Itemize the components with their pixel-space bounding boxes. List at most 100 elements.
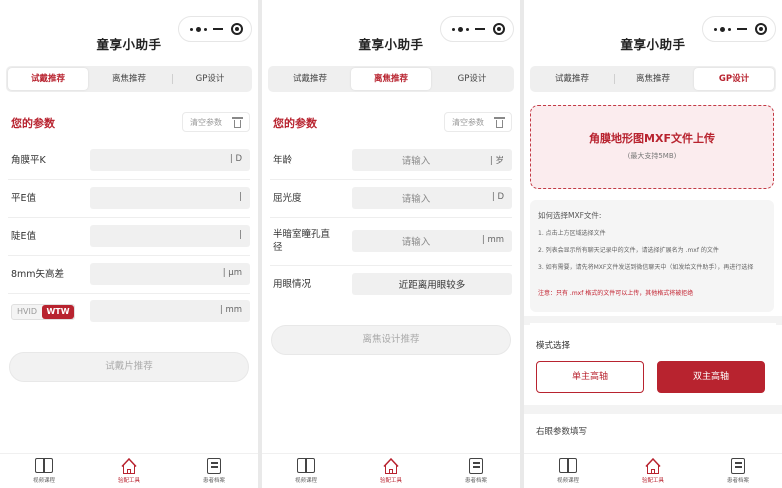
screenshot-root: 童享小助手 试戴推荐 离焦推荐 GP设计 您的参数 清空参数 角膜平K | D xyxy=(0,0,782,488)
tab-gp-design[interactable]: GP设计 xyxy=(694,68,774,90)
more-icon[interactable] xyxy=(450,23,472,35)
param-label: 半暗室瞳孔直径 xyxy=(273,229,331,253)
param-label: 陡E值 xyxy=(11,231,37,242)
param-label: 平E值 xyxy=(11,193,37,204)
hvid-wtw-toggle[interactable]: HVID WTW xyxy=(11,304,75,320)
close-target-icon[interactable] xyxy=(493,23,505,35)
home-icon xyxy=(119,457,139,474)
minimize-icon[interactable] xyxy=(475,28,485,30)
param-input[interactable]: | xyxy=(90,225,250,247)
unit-label: | mm xyxy=(219,305,242,315)
document-icon xyxy=(466,457,486,474)
document-icon xyxy=(728,457,748,474)
nav-fitting-tools[interactable]: 验配工具 xyxy=(99,457,159,484)
param-label: 角膜平K xyxy=(11,155,46,166)
mode-single-axis-button[interactable]: 单主高轴 xyxy=(536,361,644,393)
toggle-wtw[interactable]: WTW xyxy=(42,305,74,319)
bottom-nav: 视频课程 验配工具 患者档案 xyxy=(262,453,520,488)
param-row: 8mm矢高差 | μm xyxy=(0,256,258,294)
clear-params-button[interactable]: 清空参数 xyxy=(182,112,250,132)
phone-screen-trial-lens: 童享小助手 试戴推荐 离焦推荐 GP设计 您的参数 清空参数 角膜平K | D xyxy=(0,0,258,488)
param-label: 用眼情况 xyxy=(273,279,312,290)
nav-label: 验配工具 xyxy=(379,478,402,484)
nav-patient-records[interactable]: 患者档案 xyxy=(708,457,768,484)
nav-video-course[interactable]: 视频课程 xyxy=(276,457,336,484)
defocus-recommend-button[interactable]: 离焦设计推荐 xyxy=(271,325,511,355)
upload-size-hint: (最大支持5MB) xyxy=(627,152,677,160)
more-icon[interactable] xyxy=(188,23,210,35)
trial-lens-recommend-button[interactable]: 试戴片推荐 xyxy=(9,352,249,382)
param-input[interactable]: | D xyxy=(90,149,250,171)
refraction-input[interactable]: 请输入 | D xyxy=(352,187,512,209)
mxf-instructions: 如何选择MXF文件: 1. 点击上方区域选择文件 2. 列表会显示所有聊天记录中… xyxy=(530,200,774,312)
close-target-icon[interactable] xyxy=(755,23,767,35)
tab-defocus[interactable]: 离焦推荐 xyxy=(613,68,693,90)
tab-gp-design[interactable]: GP设计 xyxy=(170,68,250,90)
param-input[interactable]: | μm xyxy=(90,263,250,285)
capsule-menu xyxy=(702,16,776,42)
unit-label: | xyxy=(239,192,242,202)
nav-patient-records[interactable]: 患者档案 xyxy=(446,457,506,484)
tab-bar: 试戴推荐 离焦推荐 GP设计 xyxy=(268,66,514,92)
eye-use-select[interactable]: 近距离用眼较多 xyxy=(352,273,512,295)
upload-title: 角膜地形图MXF文件上传 xyxy=(589,132,715,145)
toggle-hvid[interactable]: HVID xyxy=(12,305,42,319)
tab-gp-design[interactable]: GP设计 xyxy=(432,68,512,90)
mode-dual-axis-button[interactable]: 双主高轴 xyxy=(657,361,765,393)
section-gap xyxy=(524,405,782,414)
tab-trial-lens[interactable]: 试戴推荐 xyxy=(532,68,612,90)
nav-video-course[interactable]: 视频课程 xyxy=(538,457,598,484)
param-input[interactable]: | mm xyxy=(90,300,250,322)
param-row: 平E值 | xyxy=(0,180,258,218)
close-target-icon[interactable] xyxy=(231,23,243,35)
tab-defocus[interactable]: 离焦推荐 xyxy=(89,68,169,90)
more-icon[interactable] xyxy=(712,23,734,35)
param-input[interactable]: | xyxy=(90,187,250,209)
top-bar: 童享小助手 xyxy=(0,0,258,60)
nav-label: 视频课程 xyxy=(294,478,317,484)
phone-screen-defocus: 童享小助手 试戴推荐 离焦推荐 GP设计 您的参数 清空参数 年龄 请输入 | … xyxy=(262,0,520,488)
nav-video-course[interactable]: 视频课程 xyxy=(14,457,74,484)
tab-bar: 试戴推荐 离焦推荐 GP设计 xyxy=(6,66,252,92)
top-bar: 童享小助手 xyxy=(262,0,520,60)
trash-icon xyxy=(494,117,505,128)
pupil-diameter-input[interactable]: 请输入 | mm xyxy=(352,230,512,252)
tab-defocus[interactable]: 离焦推荐 xyxy=(351,68,431,90)
instructions-title: 如何选择MXF文件: xyxy=(538,211,602,220)
nav-patient-records[interactable]: 患者档案 xyxy=(184,457,244,484)
tab-trial-lens[interactable]: 试戴推荐 xyxy=(8,68,88,90)
mode-title: 模式选择 xyxy=(536,341,571,351)
instruction-step: 1. 点击上方区域选择文件 xyxy=(538,230,606,237)
age-input[interactable]: 请输入 | 岁 xyxy=(352,149,512,171)
book-icon xyxy=(296,457,316,474)
top-bar: 童享小助手 xyxy=(524,0,782,60)
clear-params-button[interactable]: 清空参数 xyxy=(444,112,512,132)
placeholder: 请输入 xyxy=(401,237,431,248)
param-row: 角膜平K | D xyxy=(0,142,258,180)
nav-fitting-tools[interactable]: 验配工具 xyxy=(361,457,421,484)
clear-params-label: 清空参数 xyxy=(452,118,484,127)
mode-selection: 模式选择 单主高轴 双主高轴 xyxy=(530,323,776,403)
bottom-nav: 视频课程 验配工具 患者档案 xyxy=(0,453,258,488)
trash-icon xyxy=(232,117,243,128)
nav-label: 验配工具 xyxy=(641,478,664,484)
mxf-upload-area[interactable]: 角膜地形图MXF文件上传 (最大支持5MB) xyxy=(530,105,774,189)
nav-label: 患者档案 xyxy=(202,478,225,484)
tab-bar: 试戴推荐 离焦推荐 GP设计 xyxy=(530,66,776,92)
param-label: 8mm矢高差 xyxy=(11,269,65,280)
nav-fitting-tools[interactable]: 验配工具 xyxy=(623,457,683,484)
minimize-icon[interactable] xyxy=(737,28,747,30)
minimize-icon[interactable] xyxy=(213,28,223,30)
right-eye-title: 右眼参数填写 xyxy=(536,427,588,437)
phone-screen-gp-design: 童享小助手 试戴推荐 离焦推荐 GP设计 角膜地形图MXF文件上传 (最大支持5… xyxy=(524,0,782,488)
nav-label: 患者档案 xyxy=(464,478,487,484)
book-icon xyxy=(34,457,54,474)
section-title: 您的参数 xyxy=(11,117,55,130)
tab-trial-lens[interactable]: 试戴推荐 xyxy=(270,68,350,90)
clear-params-label: 清空参数 xyxy=(190,118,222,127)
param-row: 屈光度 请输入 | D xyxy=(262,180,520,218)
instruction-step: 3. 如有需要，请先将MXF文件发送到微信聊天中（如发给文件助手），再进行选择 xyxy=(538,264,754,271)
book-icon xyxy=(558,457,578,474)
nav-label: 验配工具 xyxy=(117,478,140,484)
capsule-menu xyxy=(178,16,252,42)
